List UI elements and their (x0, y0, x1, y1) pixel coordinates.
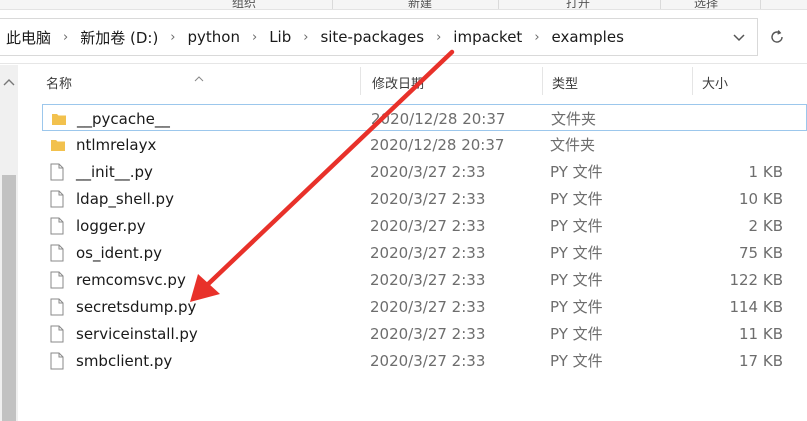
file-icon (50, 189, 66, 209)
file-type: 文件夹 (551, 110, 597, 128)
folder-icon (51, 109, 67, 129)
file-icon (50, 243, 66, 263)
breadcrumb-separator-icon[interactable]: › (526, 30, 547, 45)
list-item[interactable]: remcomsvc.py 2020/3/27 2:33 PY 文件 122 KB (42, 266, 807, 293)
list-item[interactable]: serviceinstall.py 2020/3/27 2:33 PY 文件 1… (42, 320, 807, 347)
breadcrumb-lib[interactable]: Lib (265, 28, 295, 46)
breadcrumb-separator-icon[interactable]: › (55, 30, 76, 45)
column-header-type[interactable]: 类型 (544, 65, 578, 99)
file-modified: 2020/3/27 2:33 (370, 189, 486, 208)
file-modified: 2020/3/27 2:33 (370, 324, 486, 343)
file-name: secretsdump.py (76, 297, 197, 316)
ribbon-divider (760, 0, 761, 9)
breadcrumb-python[interactable]: python (184, 28, 244, 46)
column-header-row: 名称 修改日期 类型 大小 (18, 65, 807, 99)
file-size: 2 KB (748, 216, 783, 235)
list-item[interactable]: ntlmrelayx 2020/12/28 20:37 文件夹 (42, 131, 807, 158)
column-header-size[interactable]: 大小 (694, 65, 728, 99)
file-name: __init__.py (76, 162, 153, 181)
file-type: PY 文件 (550, 163, 603, 181)
file-modified: 2020/3/27 2:33 (370, 243, 486, 262)
list-item[interactable]: __init__.py 2020/3/27 2:33 PY 文件 1 KB (42, 158, 807, 185)
breadcrumb-separator-icon[interactable]: › (295, 30, 316, 45)
file-name: ntlmrelayx (76, 135, 157, 154)
refresh-icon[interactable] (760, 18, 794, 56)
file-type: PY 文件 (550, 217, 603, 235)
file-modified: 2020/3/27 2:33 (370, 297, 486, 316)
list-item[interactable]: secretsdump.py 2020/3/27 2:33 PY 文件 114 … (42, 293, 807, 320)
list-item[interactable]: ldap_shell.py 2020/3/27 2:33 PY 文件 10 KB (42, 185, 807, 212)
file-icon (50, 351, 66, 371)
chevron-down-icon[interactable] (724, 27, 754, 49)
file-size: 75 KB (739, 243, 783, 262)
file-type: PY 文件 (550, 352, 603, 370)
breadcrumb-drive-d[interactable]: 新加卷 (D:) (76, 27, 162, 48)
file-icon (50, 270, 66, 290)
ribbon-divider (498, 0, 499, 9)
ribbon-new-label[interactable]: 新建 (408, 0, 432, 9)
column-divider[interactable] (692, 67, 693, 95)
file-modified: 2020/3/27 2:33 (370, 216, 486, 235)
folder-icon (50, 135, 66, 155)
file-modified: 2020/3/27 2:33 (370, 351, 486, 370)
file-modified: 2020/12/28 20:37 (371, 109, 506, 128)
file-icon (50, 216, 66, 236)
ribbon-divider (332, 0, 333, 9)
breadcrumb-this-pc[interactable]: 此电脑 (0, 27, 55, 48)
file-type: PY 文件 (550, 325, 603, 343)
breadcrumb-impacket[interactable]: impacket (449, 28, 526, 46)
file-size: 10 KB (739, 189, 783, 208)
list-item[interactable]: logger.py 2020/3/27 2:33 PY 文件 2 KB (42, 212, 807, 239)
file-type: PY 文件 (550, 244, 603, 262)
address-bar-row: 此电脑 › 新加卷 (D:) › python › Lib › site-pac… (0, 10, 807, 64)
breadcrumb-separator-icon[interactable]: › (428, 30, 449, 45)
file-type: PY 文件 (550, 298, 603, 316)
file-name: logger.py (76, 216, 146, 235)
address-bar[interactable]: 此电脑 › 新加卷 (D:) › python › Lib › site-pac… (0, 18, 758, 56)
scroll-up-icon[interactable] (3, 71, 15, 90)
file-size: 122 KB (729, 270, 783, 289)
file-size: 11 KB (739, 324, 783, 343)
column-divider[interactable] (360, 67, 361, 95)
breadcrumb-examples[interactable]: examples (548, 28, 628, 46)
ribbon-open-label[interactable]: 打开 (566, 0, 590, 9)
file-modified: 2020/3/27 2:33 (370, 270, 486, 289)
file-type: 文件夹 (550, 136, 596, 154)
file-name: remcomsvc.py (76, 270, 186, 289)
ribbon-select-label[interactable]: 选择 (694, 0, 718, 9)
sort-ascending-icon (194, 67, 204, 86)
ribbon-strip: 组织 新建 打开 选择 (0, 0, 807, 10)
file-icon (50, 297, 66, 317)
file-modified: 2020/12/28 20:37 (370, 135, 505, 154)
list-item[interactable]: smbclient.py 2020/3/27 2:33 PY 文件 17 KB (42, 347, 807, 374)
breadcrumb-site-packages[interactable]: site-packages (316, 28, 428, 46)
file-icon (50, 162, 66, 182)
breadcrumb-separator-icon[interactable]: › (162, 30, 183, 45)
file-size: 17 KB (739, 351, 783, 370)
file-modified: 2020/3/27 2:33 (370, 162, 486, 181)
file-name: smbclient.py (76, 351, 173, 370)
column-divider[interactable] (542, 67, 543, 95)
file-icon (50, 324, 66, 344)
breadcrumb-separator-icon[interactable]: › (244, 30, 265, 45)
file-type: PY 文件 (550, 271, 603, 289)
ribbon-divider (660, 0, 661, 9)
list-item[interactable]: __pycache__ 2020/12/28 20:37 文件夹 (42, 104, 807, 131)
navigation-scrollbar[interactable] (0, 65, 18, 421)
file-name: __pycache__ (77, 109, 170, 128)
column-header-name[interactable]: 名称 (38, 65, 72, 99)
file-name: serviceinstall.py (76, 324, 198, 343)
list-item[interactable]: os_ident.py 2020/3/27 2:33 PY 文件 75 KB (42, 239, 807, 266)
file-name: ldap_shell.py (76, 189, 174, 208)
file-type: PY 文件 (550, 190, 603, 208)
ribbon-organize-label[interactable]: 组织 (232, 0, 256, 9)
file-name: os_ident.py (76, 243, 162, 262)
file-size: 114 KB (729, 297, 783, 316)
file-size: 1 KB (748, 162, 783, 181)
column-header-modified[interactable]: 修改日期 (364, 65, 424, 99)
scrollbar-thumb[interactable] (2, 175, 16, 421)
